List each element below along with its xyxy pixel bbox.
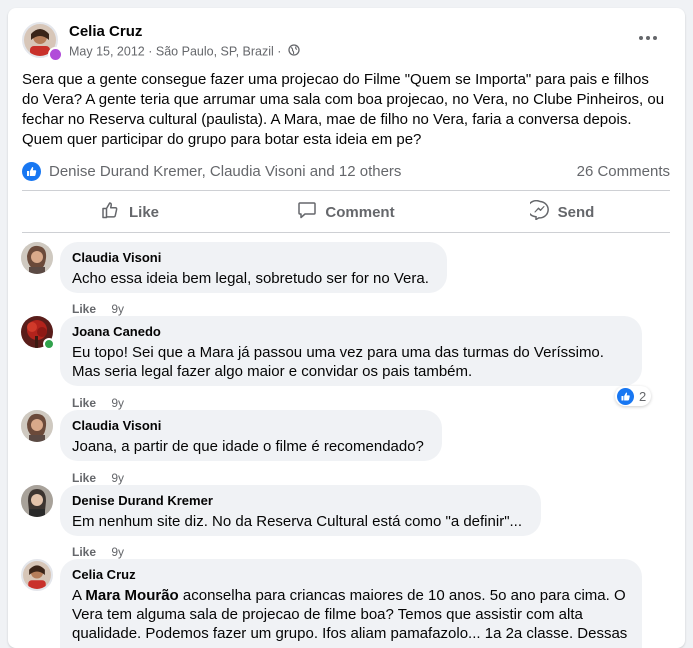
like-label: Like [128,203,159,221]
commenter-avatar[interactable] [21,485,53,517]
post-card: Celia Cruz May 15, 2012 · São Paulo, SP,… [8,8,685,648]
comment-text: Eu topo! Sei que a Mara já passou uma ve… [72,344,604,380]
comment-label: Comment [325,203,395,221]
comment-actions: Like 9y [72,302,124,316]
comment-actions: Like 9y [72,396,124,410]
comments-count[interactable]: 26 Comments [577,163,670,180]
like-button[interactable]: Like [22,192,238,232]
commenter-avatar[interactable] [21,410,53,442]
comment-bubble: Joana Canedo Eu topo! Sei que a Mara já … [60,316,642,386]
commenter-name[interactable]: Celia Cruz [72,567,630,583]
commenter-name[interactable]: Denise Durand Kremer [72,493,529,509]
comment-text: Joana, a partir de que idade o filme é r… [72,438,424,455]
comment-time[interactable]: 9y [111,302,124,316]
commenter-name[interactable]: Joana Canedo [72,324,630,340]
meta-separator: · [148,44,153,59]
commenter-avatar[interactable] [21,242,53,274]
post-author[interactable]: Celia Cruz [69,23,142,40]
comment-bubble-icon [297,200,325,224]
send-button[interactable]: Send [454,192,670,232]
comment-like-button[interactable]: Like [72,302,96,316]
comment-text-prefix: A [72,587,82,604]
comment-like-button[interactable]: Like [72,545,96,559]
profile-badge-icon [48,47,63,62]
like-reaction-icon[interactable] [22,162,41,186]
commenter-name[interactable]: Claudia Visoni [72,418,430,434]
comment-bubble: Claudia Visoni Acho essa ideia bem legal… [60,242,447,293]
post-location[interactable]: São Paulo, SP, Brazil [156,45,274,59]
comment-reactions[interactable]: 2 [615,386,652,406]
more-options-icon[interactable] [635,28,661,48]
comment-text: A Mara Mourão aconselha para criancas ma… [72,586,630,643]
commenter-avatar[interactable] [21,559,53,591]
commenter-name[interactable]: Claudia Visoni [72,250,435,266]
globe-icon[interactable] [288,44,300,59]
comment-button[interactable]: Comment [238,192,454,232]
online-status-icon [43,338,55,350]
comment-actions: Like 9y [72,545,124,559]
comment-bubble: Celia Cruz A Mara Mourão aconselha para … [60,559,642,648]
messenger-icon [526,199,558,224]
reactors-list[interactable]: Denise Durand Kremer, Claudia Visoni and… [49,163,401,180]
divider [22,190,670,191]
post-date[interactable]: May 15, 2012 [69,45,145,59]
comment-actions: Like 9y [72,471,124,485]
reactions-summary: Denise Durand Kremer, Claudia Visoni and… [22,160,670,184]
comment-time[interactable]: 9y [111,396,124,410]
send-label: Send [557,203,595,221]
comment-like-button[interactable]: Like [72,471,96,485]
comment-like-button[interactable]: Like [72,396,96,410]
comment-time[interactable]: 9y [111,471,124,485]
post-header: Celia Cruz May 15, 2012 · São Paulo, SP,… [22,22,671,62]
comment-reaction-count: 2 [639,388,647,404]
post-text: Sera que a gente consegue fazer uma proj… [22,71,665,148]
comment-bubble: Denise Durand Kremer Em nenhum site diz.… [60,485,541,536]
meta-separator: · [277,44,282,59]
mention-link[interactable]: Mara Mourão [85,587,178,604]
thumbs-up-icon [101,200,129,224]
comment-text: Acho essa ideia bem legal, sobretudo ser… [72,270,429,287]
comment-time[interactable]: 9y [111,545,124,559]
post-actions: Like Comment Send [22,192,670,232]
post-meta: May 15, 2012 · São Paulo, SP, Brazil · [69,44,300,59]
divider [22,232,670,233]
comment-bubble: Claudia Visoni Joana, a partir de que id… [60,410,442,461]
comment-text: Em nenhum site diz. No da Reserva Cultur… [72,513,523,530]
